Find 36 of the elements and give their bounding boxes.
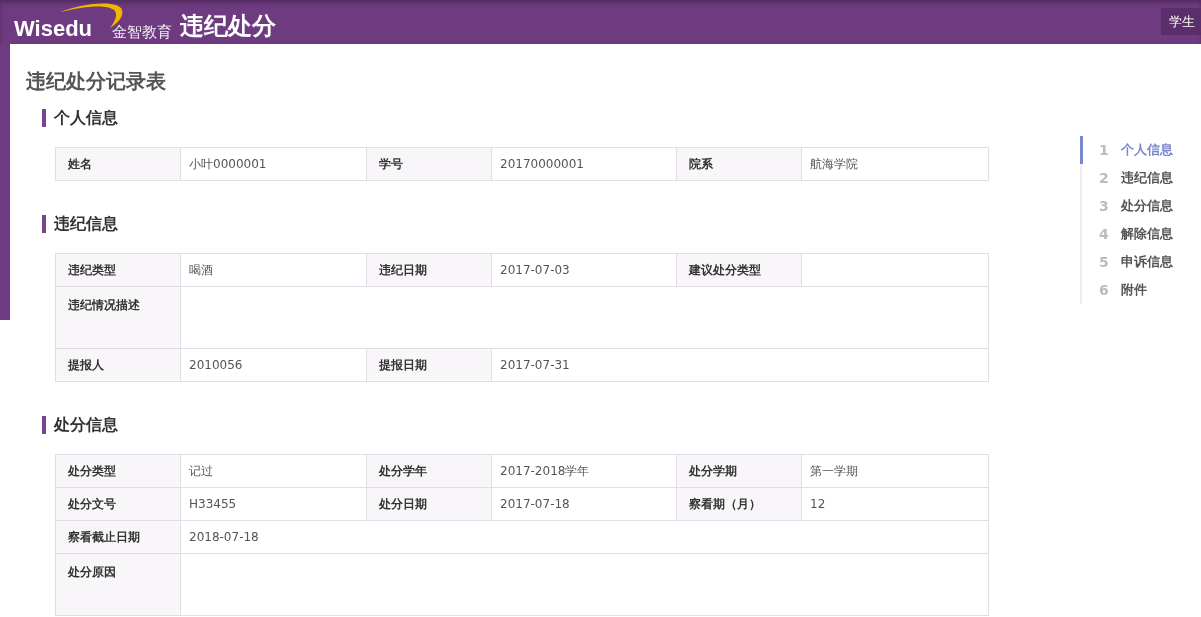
nav-item[interactable]: 5 申诉信息 [1080,248,1173,276]
label-cell: 姓名 [56,148,181,181]
nav-item[interactable]: 1 个人信息 [1080,136,1173,164]
label-cell: 建议处分类型 [677,254,802,287]
label-cell: 提报人 [56,349,181,382]
user-button[interactable]: 学生 [1161,8,1201,35]
page-title: 违纪处分记录表 [26,68,167,95]
label-cell: 违纪情况描述 [56,287,181,349]
label-cell: 处分学期 [677,455,802,488]
label-cell: 违纪日期 [367,254,492,287]
logo-subtext: 金智教育 [112,25,173,40]
label-cell: 察看截止日期 [56,521,181,554]
label-cell: 违纪类型 [56,254,181,287]
label-cell: 处分类型 [56,455,181,488]
nav-item[interactable]: 3 处分信息 [1080,192,1173,220]
section-title: 个人信息 [42,109,1026,127]
label-cell: 院系 [677,148,802,181]
label-cell: 提报日期 [367,349,492,382]
value-cell: 航海学院 [802,148,989,181]
label-cell: 学号 [367,148,492,181]
label-cell: 处分原因 [56,554,181,616]
label-cell: 察看期（月） [677,488,802,521]
section-title: 处分信息 [42,416,1026,434]
value-cell: 2018-07-18 [181,521,989,554]
app-title: 违纪处分 [180,14,277,42]
nav-item[interactable]: 6 附件 [1080,276,1173,304]
label-cell: 处分文号 [56,488,181,521]
nav-item[interactable]: 4 解除信息 [1080,220,1173,248]
label-cell: 处分学年 [367,455,492,488]
section-title: 违纪信息 [42,215,1026,233]
value-cell: 12 [802,488,989,521]
value-cell: 第一学期 [802,455,989,488]
label-cell: 处分日期 [367,488,492,521]
logo-text: Wisedu [14,18,93,40]
nav-item[interactable]: 2 违纪信息 [1080,164,1173,192]
value-cell: 2017-07-31 [492,349,989,382]
